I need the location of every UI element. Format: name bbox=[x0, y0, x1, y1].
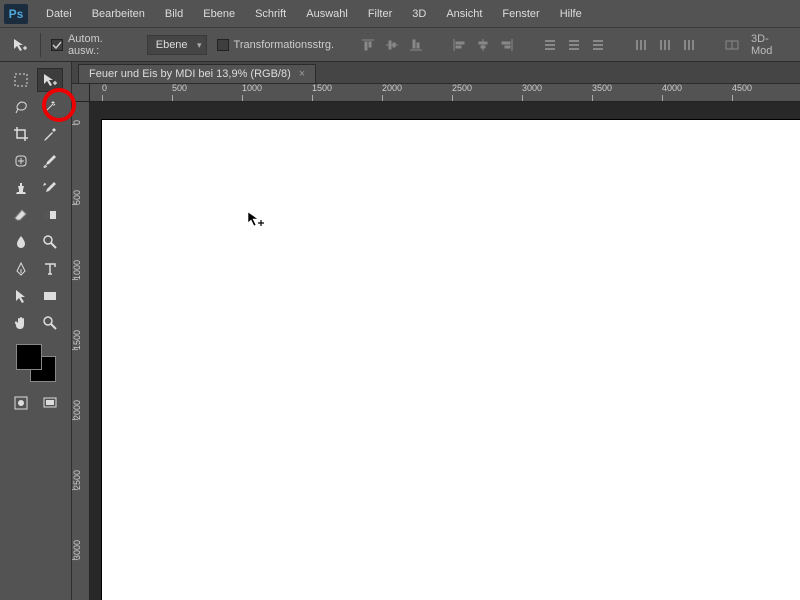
eraser-tool[interactable] bbox=[8, 203, 34, 227]
menu-3d[interactable]: 3D bbox=[402, 4, 436, 24]
move-tool[interactable] bbox=[37, 68, 63, 92]
ruler-tick: 4500 bbox=[732, 84, 752, 101]
ruler-tick: 3000 bbox=[72, 540, 90, 560]
crop-tool[interactable] bbox=[8, 122, 34, 146]
menu-ansicht[interactable]: Ansicht bbox=[436, 4, 492, 24]
transform-controls-checkbox[interactable]: Transformationsstrg. bbox=[217, 39, 334, 51]
rectangle-tool[interactable] bbox=[37, 284, 63, 308]
auto-select-label: Autom. ausw.: bbox=[68, 33, 137, 57]
document-area: Feuer und Eis by MDI bei 13,9% (RGB/8) ×… bbox=[72, 62, 800, 600]
distribute-group-2 bbox=[632, 36, 698, 54]
align-hcenter-icon[interactable] bbox=[474, 36, 492, 54]
distribute-top-icon[interactable] bbox=[541, 36, 559, 54]
ruler-tick: 2000 bbox=[382, 84, 402, 101]
app-logo: Ps bbox=[4, 4, 28, 24]
auto-align-group bbox=[723, 36, 741, 54]
menu-schrift[interactable]: Schrift bbox=[245, 4, 296, 24]
close-tab-icon[interactable]: × bbox=[299, 68, 305, 80]
ruler-tick: 3500 bbox=[592, 84, 612, 101]
align-vcenter-icon[interactable] bbox=[383, 36, 401, 54]
tools-panel bbox=[0, 62, 72, 600]
type-tool[interactable] bbox=[37, 257, 63, 281]
marquee-tool[interactable] bbox=[8, 68, 34, 92]
options-bar: Autom. ausw.: Ebene Transformationsstrg.… bbox=[0, 28, 800, 62]
ruler-tick: 2500 bbox=[72, 470, 90, 490]
screen-mode-tool[interactable] bbox=[37, 391, 63, 415]
ruler-tick: 1000 bbox=[72, 260, 90, 280]
menu-filter[interactable]: Filter bbox=[358, 4, 402, 24]
history-brush-tool[interactable] bbox=[37, 176, 63, 200]
path-selection-tool[interactable] bbox=[8, 284, 34, 308]
menu-bild[interactable]: Bild bbox=[155, 4, 193, 24]
ruler-tick: 1500 bbox=[312, 84, 332, 101]
menu-ebene[interactable]: Ebene bbox=[193, 4, 245, 24]
align-group-1 bbox=[359, 36, 425, 54]
foreground-color-swatch[interactable] bbox=[16, 344, 42, 370]
quick-mask-tool[interactable] bbox=[8, 391, 34, 415]
ruler-tick: 4000 bbox=[662, 84, 682, 101]
document-tab-strip: Feuer und Eis by MDI bei 13,9% (RGB/8) × bbox=[72, 62, 800, 84]
canvas[interactable] bbox=[102, 120, 800, 600]
healing-brush-tool[interactable] bbox=[8, 149, 34, 173]
zoom-tool[interactable] bbox=[37, 311, 63, 335]
hand-tool[interactable] bbox=[8, 311, 34, 335]
lasso-tool[interactable] bbox=[8, 95, 34, 119]
ruler-tick: 500 bbox=[72, 190, 90, 205]
brush-tool[interactable] bbox=[37, 149, 63, 173]
ruler-tick: 2000 bbox=[72, 400, 90, 420]
vertical-ruler[interactable]: 0 500 1000 1500 2000 2500 3000 3500 bbox=[72, 102, 90, 600]
checkbox-icon bbox=[51, 39, 63, 51]
align-top-icon[interactable] bbox=[359, 36, 377, 54]
document-tab[interactable]: Feuer und Eis by MDI bei 13,9% (RGB/8) × bbox=[78, 64, 316, 83]
move-cursor-icon bbox=[246, 210, 264, 228]
active-tool-icon[interactable] bbox=[10, 35, 30, 55]
menu-datei[interactable]: Datei bbox=[36, 4, 82, 24]
layer-dropdown[interactable]: Ebene bbox=[147, 35, 207, 55]
align-left-icon[interactable] bbox=[450, 36, 468, 54]
ruler-tick: 2500 bbox=[452, 84, 472, 101]
ruler-tick: 500 bbox=[172, 84, 187, 101]
color-swatches[interactable] bbox=[16, 344, 56, 382]
distribute-right-icon[interactable] bbox=[680, 36, 698, 54]
horizontal-ruler[interactable]: 0 500 1000 1500 2000 2500 3000 3500 4000… bbox=[90, 84, 800, 102]
checkbox-icon bbox=[217, 39, 229, 51]
auto-select-checkbox[interactable]: Autom. ausw.: bbox=[51, 33, 137, 57]
document-tab-title: Feuer und Eis by MDI bei 13,9% (RGB/8) bbox=[89, 68, 291, 80]
auto-align-icon[interactable] bbox=[723, 36, 741, 54]
clone-stamp-tool[interactable] bbox=[8, 176, 34, 200]
ruler-tick: 0 bbox=[102, 84, 107, 101]
align-bottom-icon[interactable] bbox=[407, 36, 425, 54]
dodge-tool[interactable] bbox=[37, 230, 63, 254]
ruler-tick: 0 bbox=[72, 120, 90, 125]
align-right-icon[interactable] bbox=[498, 36, 516, 54]
menu-fenster[interactable]: Fenster bbox=[492, 4, 549, 24]
distribute-left-icon[interactable] bbox=[632, 36, 650, 54]
magic-wand-tool[interactable] bbox=[37, 95, 63, 119]
align-group-2 bbox=[450, 36, 516, 54]
menu-hilfe[interactable]: Hilfe bbox=[550, 4, 592, 24]
menu-bearbeiten[interactable]: Bearbeiten bbox=[82, 4, 155, 24]
distribute-vcenter-icon[interactable] bbox=[565, 36, 583, 54]
document-viewport[interactable]: 0 500 1000 1500 2000 2500 3000 3500 4000… bbox=[72, 84, 800, 600]
ruler-tick: 3000 bbox=[522, 84, 542, 101]
pen-tool[interactable] bbox=[8, 257, 34, 281]
mode-3d-label[interactable]: 3D-Mod bbox=[751, 33, 790, 57]
distribute-hcenter-icon[interactable] bbox=[656, 36, 674, 54]
ruler-tick: 1500 bbox=[72, 330, 90, 350]
blur-tool[interactable] bbox=[8, 230, 34, 254]
menu-bar: Ps Datei Bearbeiten Bild Ebene Schrift A… bbox=[0, 0, 800, 28]
distribute-group-1 bbox=[541, 36, 607, 54]
distribute-bottom-icon[interactable] bbox=[589, 36, 607, 54]
ruler-tick: 1000 bbox=[242, 84, 262, 101]
ruler-corner bbox=[72, 84, 90, 102]
gradient-tool[interactable] bbox=[37, 203, 63, 227]
eyedropper-tool[interactable] bbox=[37, 122, 63, 146]
menu-auswahl[interactable]: Auswahl bbox=[296, 4, 358, 24]
transform-controls-label: Transformationsstrg. bbox=[234, 39, 334, 51]
